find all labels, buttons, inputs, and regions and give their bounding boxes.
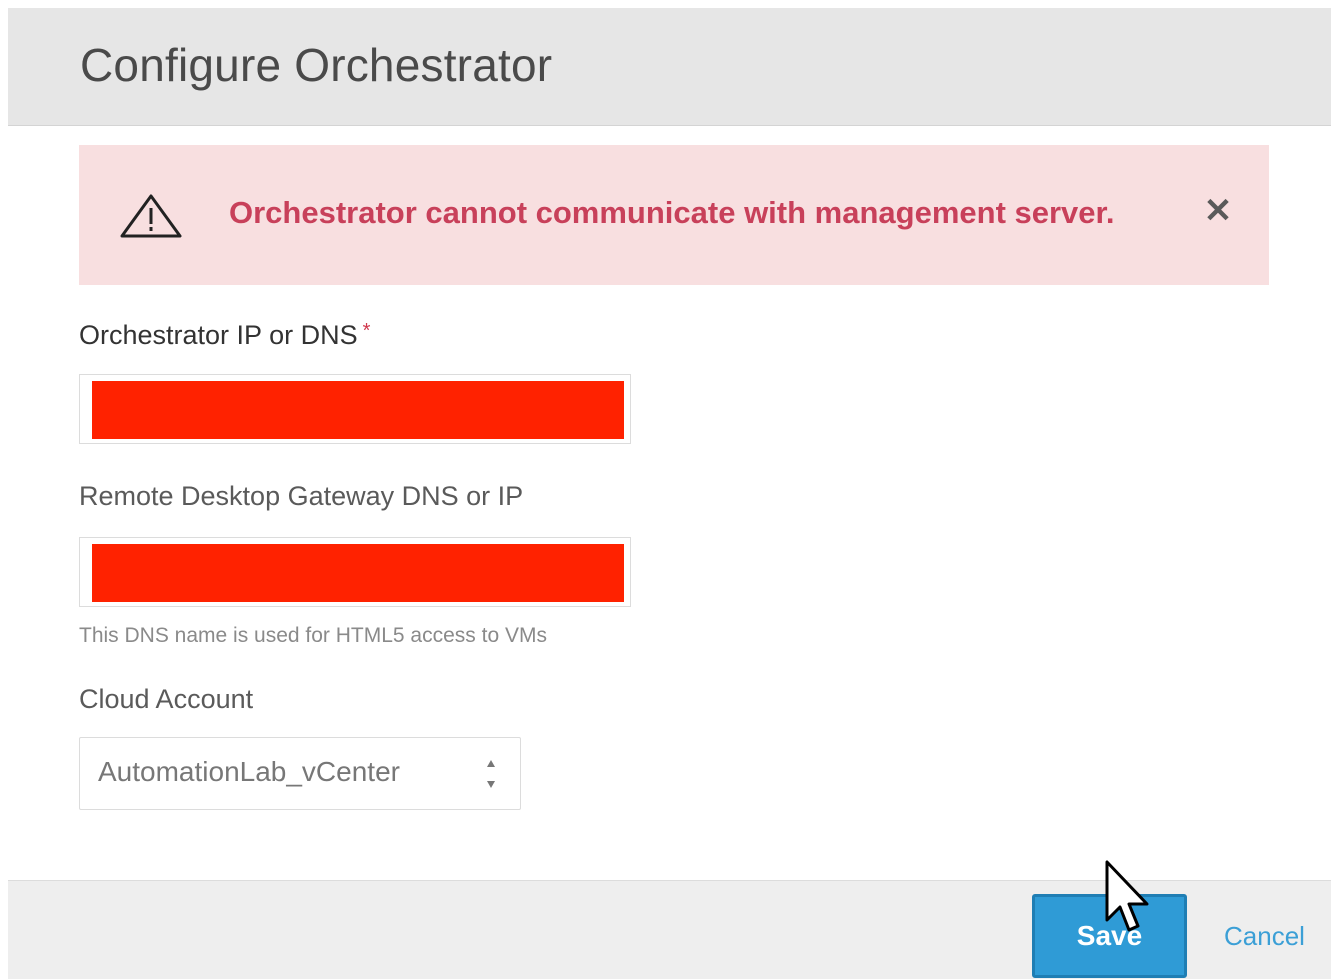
redacted-value: [92, 544, 624, 602]
orchestrator-ip-label-text: Orchestrator IP or DNS: [79, 320, 358, 350]
cloud-account-select[interactable]: AutomationLab_vCenter: [79, 737, 521, 810]
alert-message: Orchestrator cannot communicate with man…: [229, 195, 1115, 230]
cloud-account-label: Cloud Account: [79, 684, 254, 714]
required-marker: *: [362, 320, 371, 342]
mouse-pointer-icon: [1105, 860, 1149, 932]
gateway-helper-text: This DNS name is used for HTML5 access t…: [79, 624, 547, 647]
select-arrows-icon: [487, 760, 495, 788]
cancel-link[interactable]: Cancel: [1224, 921, 1305, 952]
dialog-title: Configure Orchestrator: [80, 39, 553, 91]
redacted-value: [92, 381, 624, 439]
configure-orchestrator-dialog: Configure Orchestrator Orchestrator cann…: [8, 8, 1331, 979]
orchestrator-ip-input[interactable]: [79, 374, 631, 444]
error-alert: Orchestrator cannot communicate with man…: [79, 145, 1269, 285]
orchestrator-ip-label: Orchestrator IP or DNS *: [79, 320, 370, 351]
close-icon[interactable]: ✕: [1203, 191, 1233, 231]
cloud-account-selected-value: AutomationLab_vCenter: [98, 756, 400, 787]
warning-triangle-icon: [120, 194, 182, 238]
gateway-label: Remote Desktop Gateway DNS or IP: [79, 481, 524, 511]
dialog-header: Configure Orchestrator: [8, 8, 1331, 126]
gateway-input[interactable]: [79, 537, 631, 607]
